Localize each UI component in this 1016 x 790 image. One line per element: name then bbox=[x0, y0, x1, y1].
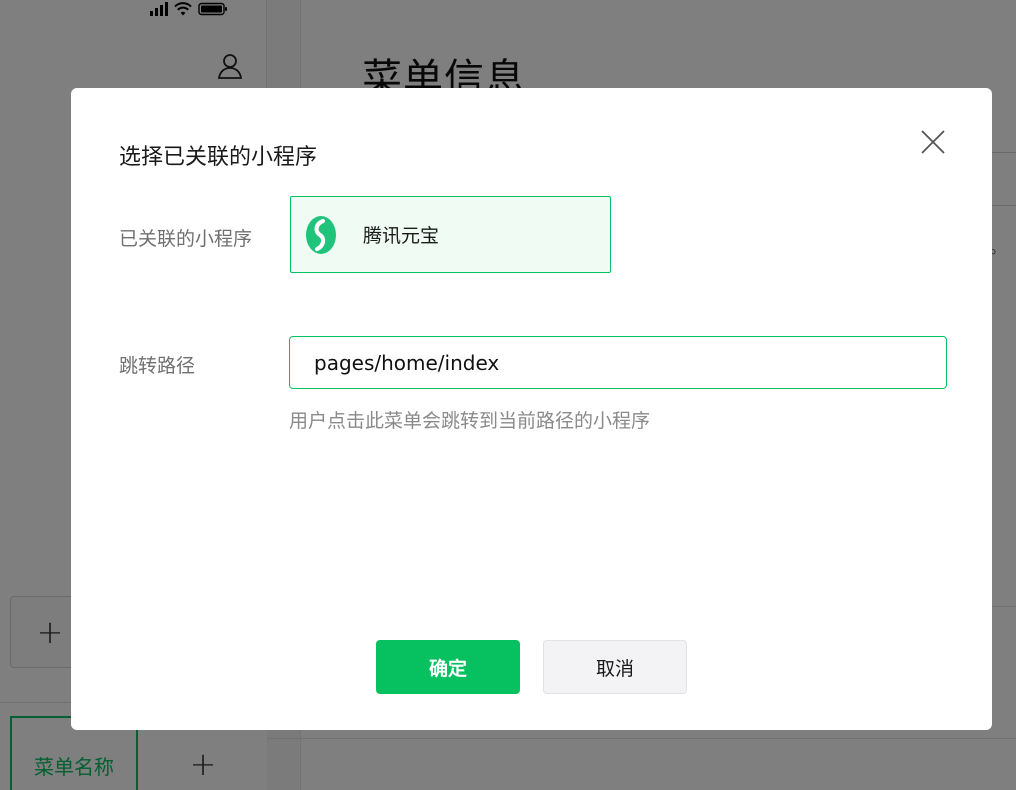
jump-path-hint: 用户点击此菜单会跳转到当前路径的小程序 bbox=[289, 410, 651, 432]
linked-miniprogram-label: 已关联的小程序 bbox=[119, 228, 253, 250]
cancel-button[interactable]: 取消 bbox=[543, 640, 687, 694]
dialog-title: 选择已关联的小程序 bbox=[119, 145, 318, 170]
yuanbao-logo-icon bbox=[306, 215, 336, 254]
miniprogram-name: 腾讯元宝 bbox=[363, 225, 440, 247]
close-icon bbox=[921, 130, 945, 154]
select-miniprogram-dialog: 选择已关联的小程序 已关联的小程序 腾讯元宝 跳转路径 用户点击此菜单会跳转到当… bbox=[71, 88, 992, 730]
jump-path-input[interactable] bbox=[289, 336, 947, 389]
close-button[interactable] bbox=[917, 126, 949, 158]
miniprogram-card-selected[interactable]: 腾讯元宝 bbox=[290, 196, 611, 273]
jump-path-label: 跳转路径 bbox=[119, 355, 196, 377]
confirm-button[interactable]: 确定 bbox=[376, 640, 520, 694]
